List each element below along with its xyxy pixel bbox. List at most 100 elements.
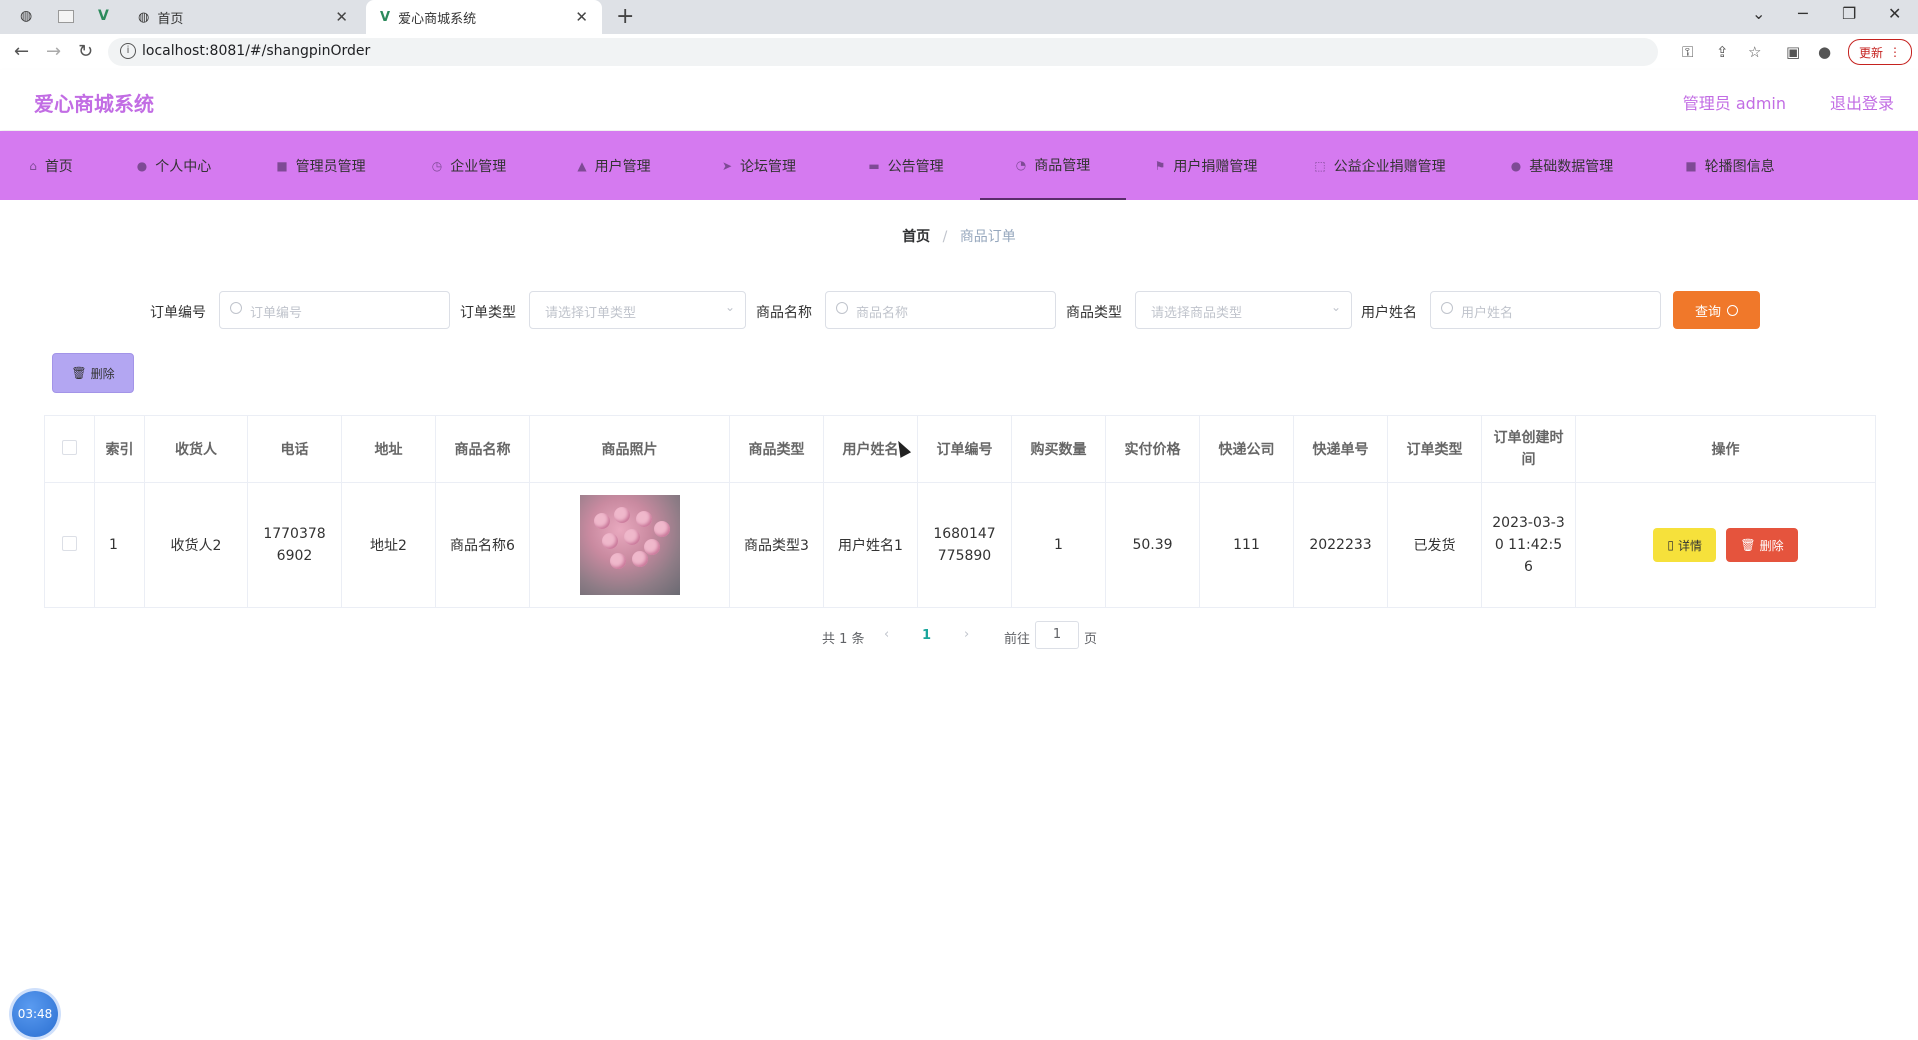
reload-icon[interactable]: ↻ bbox=[78, 41, 93, 62]
cell-product-photo bbox=[529, 482, 730, 608]
cell-created-at: 2023-03-30 11:42:56 bbox=[1481, 482, 1576, 608]
person-icon: ● bbox=[1510, 158, 1522, 173]
nav-item-profile[interactable]: ● 个人中心 bbox=[102, 131, 246, 200]
column-header: 快递单号 bbox=[1293, 415, 1388, 483]
select-all-cell[interactable] bbox=[44, 415, 95, 483]
share-icon[interactable]: ⇪ bbox=[1716, 43, 1729, 61]
close-icon[interactable]: ✕ bbox=[335, 8, 348, 26]
page-icon[interactable] bbox=[58, 10, 74, 23]
vue-icon[interactable]: V bbox=[98, 8, 114, 24]
tab-app[interactable]: V 爱心商城系统 ✕ bbox=[366, 0, 602, 34]
nav-label: 公益企业捐赠管理 bbox=[1333, 158, 1446, 175]
search-icon bbox=[836, 302, 848, 314]
batch-delete-button[interactable]: 🗑 删除 bbox=[52, 353, 134, 393]
nav-item-carousel[interactable]: ■ 轮播图信息 bbox=[1650, 131, 1810, 200]
lock-icon: ■ bbox=[276, 158, 288, 173]
tab-home[interactable]: ◍ 首页 ✕ bbox=[130, 0, 362, 34]
query-button[interactable]: 查询 bbox=[1673, 291, 1760, 329]
cell-phone: 17703786902 bbox=[247, 482, 342, 608]
nav-item-notice[interactable]: ▬ 公告管理 bbox=[832, 131, 980, 200]
minimize-icon[interactable]: ─ bbox=[1798, 4, 1808, 23]
breadcrumb-separator: / bbox=[942, 229, 948, 245]
more-icon: ⋮ bbox=[1889, 45, 1901, 59]
product-type-select[interactable]: 请选择商品类型 ⌄ bbox=[1135, 291, 1352, 329]
sidepanel-icon[interactable]: ▣ bbox=[1786, 43, 1800, 61]
nav-item-base-data[interactable]: ● 基础数据管理 bbox=[1474, 131, 1650, 200]
frame-icon: ⬚ bbox=[1314, 158, 1326, 173]
column-header: 索引 bbox=[94, 415, 145, 483]
row-delete-button[interactable]: 🗑 删除 bbox=[1726, 528, 1798, 562]
cell-product-name: 商品名称6 bbox=[435, 482, 530, 608]
nav-label: 公告管理 bbox=[887, 158, 944, 175]
chevron-right-icon[interactable]: › bbox=[964, 627, 969, 642]
select-all-checkbox[interactable] bbox=[62, 439, 77, 455]
table-row: 1 收货人2 17703786902 地址2 商品名称6 商品类型3 用户姓名1… bbox=[44, 482, 1876, 608]
info-icon[interactable]: i bbox=[120, 43, 136, 59]
cell-user-name: 用户姓名1 bbox=[823, 482, 918, 608]
restore-icon[interactable]: ❐ bbox=[1842, 4, 1856, 23]
update-button[interactable]: 更新 ⋮ bbox=[1848, 39, 1912, 65]
order-no-input[interactable]: 订单编号 bbox=[219, 291, 450, 329]
back-icon[interactable]: ← bbox=[14, 41, 29, 62]
folder-icon: ▬ bbox=[868, 158, 880, 173]
pagination-page[interactable]: 1 bbox=[922, 628, 931, 643]
url-field[interactable]: i localhost:8081/#/shangpinOrder bbox=[108, 38, 1658, 66]
cell-tracking-no: 2022233 bbox=[1293, 482, 1388, 608]
user-name-input[interactable]: 用户姓名 bbox=[1430, 291, 1661, 329]
nav-item-home[interactable]: ⌂ 首页 bbox=[0, 131, 102, 200]
column-header: 操作 bbox=[1575, 415, 1876, 483]
product-name-label: 商品名称 bbox=[756, 305, 812, 321]
batch-delete-label: 删除 bbox=[90, 366, 115, 381]
search-icon bbox=[1727, 304, 1738, 316]
breadcrumb-home[interactable]: 首页 bbox=[902, 229, 930, 245]
order-type-select[interactable]: 请选择订单类型 ⌄ bbox=[529, 291, 746, 329]
chevron-left-icon[interactable]: ‹ bbox=[884, 627, 889, 642]
nav-item-company[interactable]: ◷ 企业管理 bbox=[396, 131, 542, 200]
column-header: 收货人 bbox=[144, 415, 248, 483]
tab-title: 爱心商城系统 bbox=[398, 11, 477, 27]
close-window-icon[interactable]: ✕ bbox=[1888, 4, 1901, 23]
main-nav: ⌂ 首页 ● 个人中心 ■ 管理员管理 ◷ 企业管理 ▲ 用户管理 ➤ 论坛管理 ▬ 公告管理… bbox=[0, 131, 1918, 200]
nav-label: 论坛管理 bbox=[740, 158, 797, 175]
nav-item-users[interactable]: ▲ 用户管理 bbox=[542, 131, 686, 200]
star-icon[interactable]: ☆ bbox=[1748, 43, 1761, 61]
row-select-cell[interactable] bbox=[44, 482, 95, 608]
nav-label: 轮播图信息 bbox=[1704, 158, 1775, 175]
nav-item-company-donations[interactable]: ⬚ 公益企业捐赠管理 bbox=[1286, 131, 1474, 200]
browser-tab-bar: ◍ V ◍ 首页 ✕ V 爱心商城系统 ✕ + ⌄ ─ ❐ ✕ bbox=[0, 0, 1918, 34]
globe-icon[interactable]: ◍ bbox=[20, 8, 36, 24]
key-icon[interactable]: ⚿ bbox=[1682, 43, 1693, 61]
new-tab-icon[interactable]: + bbox=[616, 4, 634, 29]
detail-button[interactable]: ▯ 详情 bbox=[1653, 528, 1716, 562]
profile-icon[interactable]: ● bbox=[1818, 43, 1831, 61]
logout-link[interactable]: 退出登录 bbox=[1830, 90, 1894, 114]
trash-icon: 🗑 bbox=[1740, 538, 1756, 552]
pagination-goto-input[interactable]: 1 bbox=[1035, 621, 1079, 649]
nav-label: 企业管理 bbox=[450, 158, 507, 175]
close-icon[interactable]: ✕ bbox=[575, 8, 588, 26]
row-checkbox[interactable] bbox=[62, 535, 77, 551]
nav-item-user-donations[interactable]: ⚑ 用户捐赠管理 bbox=[1126, 131, 1286, 200]
nav-item-admin[interactable]: ■ 管理员管理 bbox=[246, 131, 396, 200]
admin-name: 管理员 admin bbox=[1682, 94, 1786, 113]
globe-icon: ◍ bbox=[138, 9, 150, 25]
product-type-placeholder: 请选择商品类型 bbox=[1151, 306, 1243, 321]
column-header: 订单创建时间 bbox=[1481, 415, 1576, 483]
chevron-down-icon: ⌄ bbox=[1330, 300, 1341, 314]
product-photo[interactable] bbox=[579, 495, 680, 595]
table-header-row: 索引 收货人 电话 地址 商品名称 商品照片 商品类型 用户姓名 订单编号 购买… bbox=[44, 415, 1876, 483]
nav-item-products[interactable]: ◔ 商品管理 bbox=[980, 131, 1126, 200]
pagination-total: 共 1 条 bbox=[822, 632, 865, 647]
product-name-input[interactable]: 商品名称 bbox=[825, 291, 1056, 329]
forward-icon[interactable]: → bbox=[46, 41, 61, 62]
chevron-down-icon[interactable]: ⌄ bbox=[1752, 4, 1765, 23]
product-type-label: 商品类型 bbox=[1066, 305, 1122, 321]
column-header: 商品名称 bbox=[435, 415, 530, 483]
clock-widget[interactable]: 03:48 bbox=[12, 991, 58, 1037]
nav-label: 个人中心 bbox=[155, 158, 212, 175]
detail-label: 详情 bbox=[1677, 538, 1702, 553]
trash-icon: 🗑 bbox=[71, 366, 87, 380]
clock-icon: ◷ bbox=[431, 158, 443, 173]
nav-label: 管理员管理 bbox=[295, 158, 366, 175]
nav-item-forum[interactable]: ➤ 论坛管理 bbox=[686, 131, 832, 200]
